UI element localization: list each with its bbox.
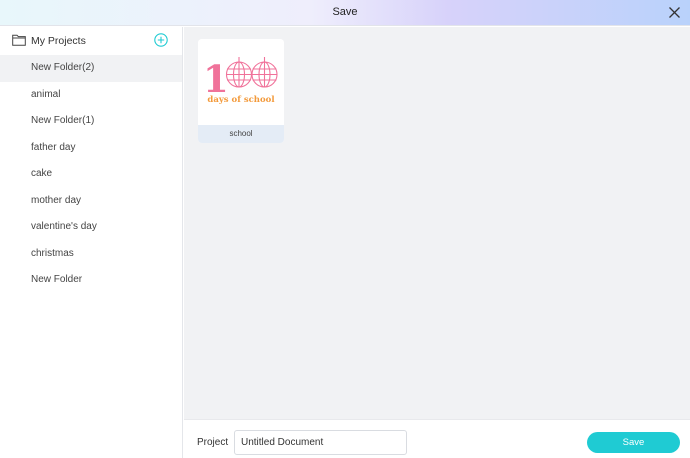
folder-item-animal[interactable]: animal [0, 82, 182, 109]
save-footer: Project Save [184, 419, 690, 458]
sidebar-title: My Projects [31, 35, 86, 47]
dialog-title: Save [332, 6, 358, 18]
thumbnail-caption: days of school [207, 95, 275, 105]
folder-item-new-folder[interactable]: New Folder [0, 267, 182, 294]
folder-item-new-folder-2[interactable]: New Folder(2) [0, 55, 182, 82]
sidebar: My Projects New Folder(2) animal New Fol… [0, 27, 183, 458]
folder-item-father-day[interactable]: father day [0, 135, 182, 162]
folder-item-valentines-day[interactable]: valentine's day [0, 214, 182, 241]
project-thumbnail: 1 days of school [198, 39, 284, 125]
folder-list: New Folder(2) animal New Folder(1) fathe… [0, 55, 182, 294]
close-icon[interactable] [668, 6, 681, 19]
dialog-titlebar: Save [0, 0, 690, 26]
project-card-label: school [198, 125, 284, 143]
folder-icon [12, 34, 26, 46]
save-button[interactable]: Save [587, 432, 680, 453]
folder-item-cake[interactable]: cake [0, 161, 182, 188]
folder-item-mother-day[interactable]: mother day [0, 188, 182, 215]
project-name-label: Project [197, 437, 229, 448]
sidebar-header: My Projects [0, 27, 182, 55]
project-grid: 1 days of school school [184, 27, 690, 419]
project-name-input[interactable] [234, 430, 407, 455]
folder-item-christmas[interactable]: christmas [0, 241, 182, 268]
project-card[interactable]: 1 days of school school [198, 39, 284, 143]
plus-circle-icon[interactable] [154, 33, 168, 47]
folder-item-new-folder-1[interactable]: New Folder(1) [0, 108, 182, 135]
